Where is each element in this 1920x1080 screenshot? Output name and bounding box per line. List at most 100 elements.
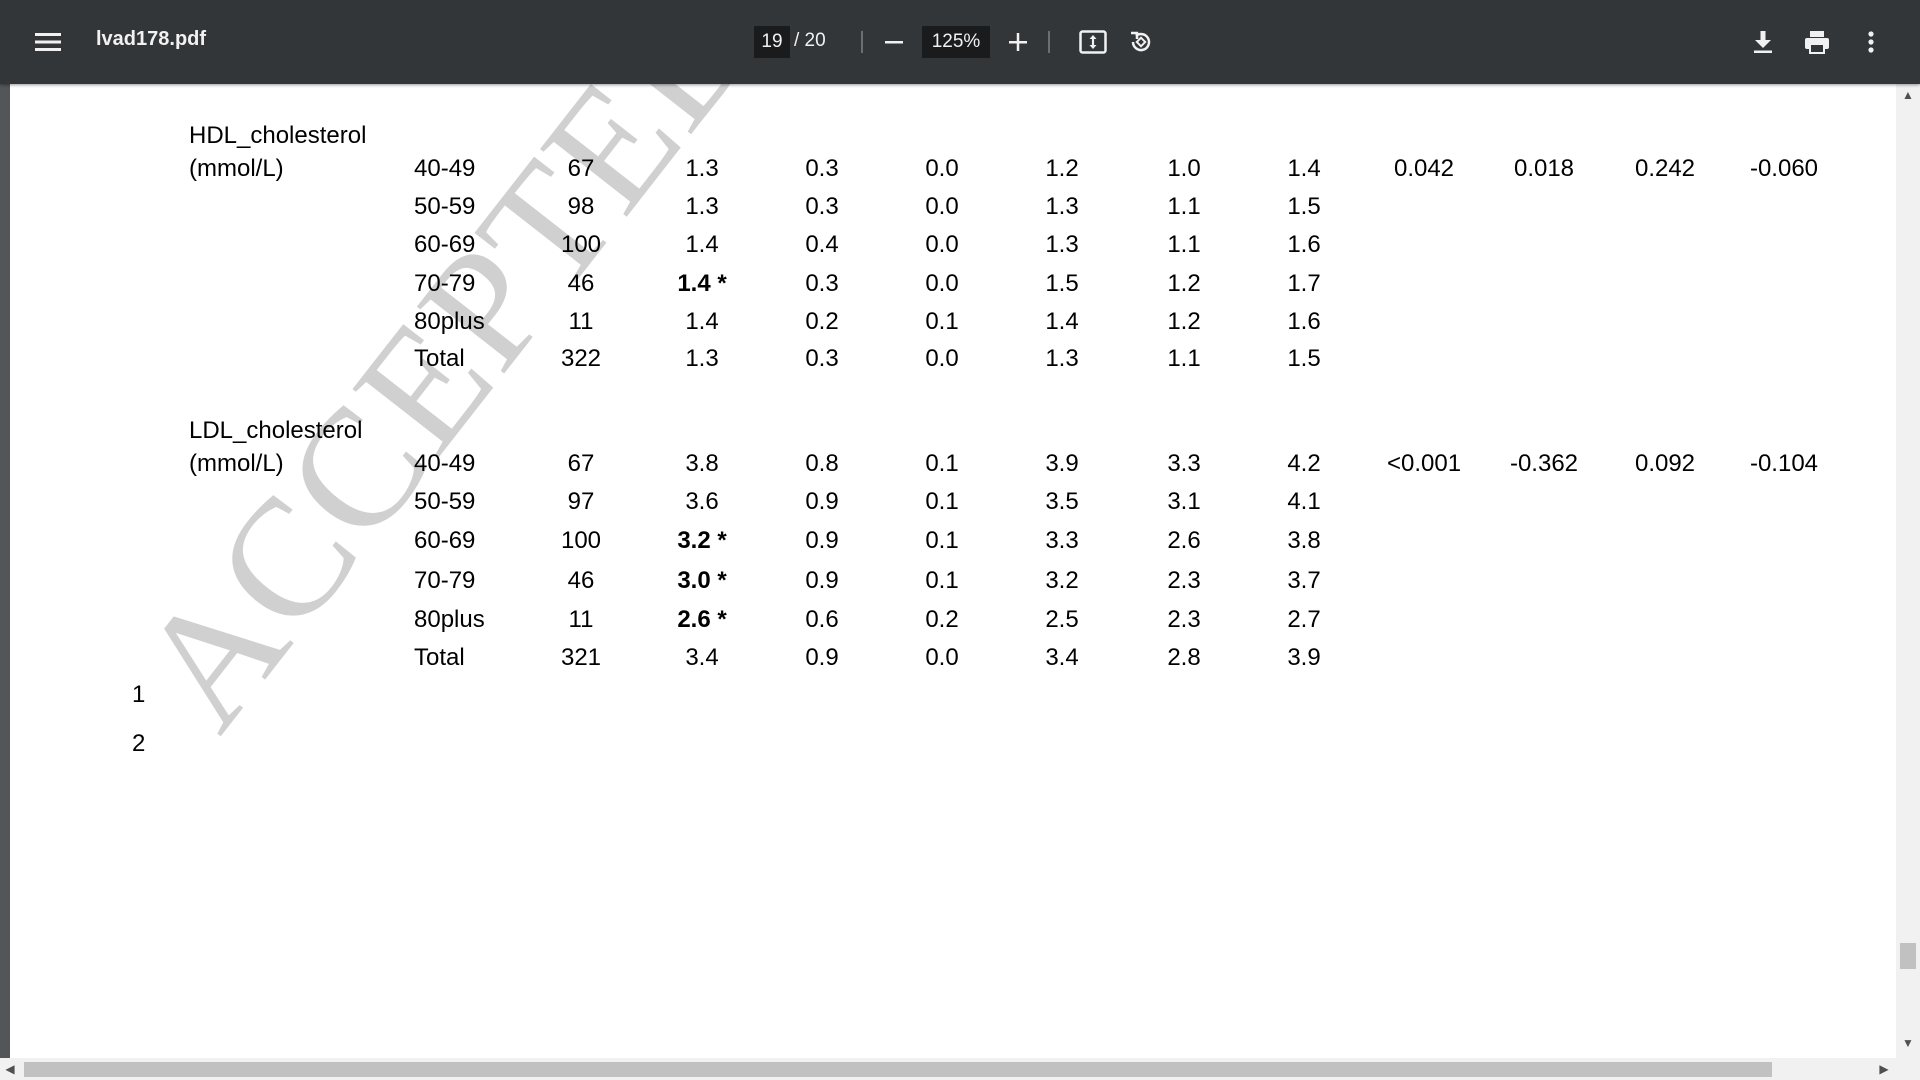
hdl-cell-sd: 0.4 — [805, 231, 839, 258]
hdl-cell-se: 0.1 — [925, 308, 959, 335]
vertical-scrollbar[interactable] — [1896, 84, 1920, 1058]
zoom-level-input[interactable]: 125% — [922, 26, 990, 58]
download-icon — [1754, 31, 1772, 53]
hdl-label: HDL_cholesterol — [189, 122, 367, 149]
download-button[interactable] — [1741, 22, 1785, 62]
ldl-cell-q1: 2.3 — [1167, 567, 1201, 594]
page-total: / 20 — [794, 30, 826, 51]
menu-button[interactable] — [24, 22, 72, 62]
hdl-cell-mean: 1.4 * — [677, 270, 727, 297]
ldl-cell-q3: 3.9 — [1287, 644, 1321, 671]
hdl-cell-age: 40-49 — [414, 155, 476, 182]
hdl-cell-q1: 1.0 — [1167, 155, 1201, 182]
hdl-cell-se: 0.0 — [925, 345, 959, 372]
ldl-cell-age: 40-49 — [414, 450, 476, 477]
hdl-cell-sd: 0.2 — [805, 308, 839, 335]
zoom-out-button[interactable] — [872, 22, 916, 62]
ldl-cell-q1: 2.8 — [1167, 644, 1201, 671]
hdl-cell-q3: 1.7 — [1287, 270, 1321, 297]
plus-icon — [1009, 33, 1027, 51]
ldl-unit: (mmol/L) — [189, 450, 284, 477]
page-number-input[interactable]: 19 — [754, 26, 790, 58]
ldl-cell-se: 0.1 — [925, 567, 959, 594]
hdl-cell-mean: 1.3 — [685, 345, 719, 372]
ldl-cell-n: 97 — [567, 488, 595, 515]
line-number: 2 — [132, 730, 146, 757]
vertical-scroll-thumb[interactable] — [1900, 943, 1916, 969]
ldl-cell-median: 3.5 — [1045, 488, 1079, 515]
hdl-cell-q3: 1.6 — [1287, 308, 1321, 335]
ldl-cell-mean: 3.0 * — [677, 567, 727, 594]
more-options-button[interactable] — [1849, 22, 1893, 62]
ldl-cell-age: 80plus — [414, 606, 485, 633]
ldl-cell-sd: 0.8 — [805, 450, 839, 477]
hdl-cell-q1: 1.2 — [1167, 308, 1201, 335]
hdl-cell-se: 0.0 — [925, 193, 959, 220]
scroll-up-icon[interactable]: ▲ — [1900, 86, 1916, 104]
ldl-cell-median: 3.9 — [1045, 450, 1079, 477]
hdl-cell-n: 100 — [560, 231, 602, 258]
scroll-down-icon[interactable]: ▼ — [1900, 1034, 1916, 1052]
print-icon — [1805, 31, 1829, 54]
fit-to-page-icon — [1079, 30, 1107, 54]
hdl-cell-q1: 1.1 — [1167, 231, 1201, 258]
hdl-cell-p: 0.042 — [1393, 155, 1455, 182]
hdl-cell-median: 1.5 — [1045, 270, 1079, 297]
ldl-cell-q3: 4.1 — [1287, 488, 1321, 515]
hdl-cell-c1: 0.018 — [1513, 155, 1575, 182]
hdl-cell-n: 322 — [560, 345, 602, 372]
horizontal-scroll-thumb[interactable] — [24, 1062, 1772, 1077]
ldl-label: LDL_cholesterol — [189, 417, 363, 444]
hdl-cell-mean: 1.3 — [685, 193, 719, 220]
hdl-cell-c3: -0.060 — [1749, 155, 1819, 182]
ldl-cell-p: <0.001 — [1386, 450, 1462, 477]
hdl-cell-median: 1.4 — [1045, 308, 1079, 335]
print-button[interactable] — [1795, 22, 1839, 62]
fit-to-page-button[interactable] — [1071, 22, 1115, 62]
hdl-cell-sd: 0.3 — [805, 155, 839, 182]
hdl-cell-n: 11 — [568, 308, 594, 335]
ldl-cell-q3: 2.7 — [1287, 606, 1321, 633]
ldl-cell-age: 50-59 — [414, 488, 476, 515]
ldl-cell-sd: 0.6 — [805, 606, 839, 633]
line-number: 1 — [132, 681, 146, 708]
hdl-cell-c2: 0.242 — [1634, 155, 1696, 182]
hdl-cell-age: 60-69 — [414, 231, 476, 258]
hdl-cell-mean: 1.3 — [685, 155, 719, 182]
rotate-button[interactable] — [1119, 22, 1163, 62]
hdl-cell-n: 67 — [567, 155, 595, 182]
hdl-cell-q1: 1.2 — [1167, 270, 1201, 297]
toolbar-divider — [1048, 31, 1050, 53]
ldl-cell-n: 11 — [568, 606, 594, 633]
ldl-cell-q3: 3.8 — [1287, 527, 1321, 554]
ldl-cell-sd: 0.9 — [805, 488, 839, 515]
zoom-in-button[interactable] — [996, 22, 1040, 62]
hdl-cell-q3: 1.4 — [1287, 155, 1321, 182]
ldl-cell-q3: 4.2 — [1287, 450, 1321, 477]
ldl-cell-se: 0.1 — [925, 488, 959, 515]
scroll-left-icon[interactable]: ◀ — [2, 1060, 18, 1078]
menu-icon — [35, 33, 61, 51]
ldl-cell-q1: 3.3 — [1167, 450, 1201, 477]
hdl-cell-age: 80plus — [414, 308, 485, 335]
ldl-cell-se: 0.1 — [925, 450, 959, 477]
ldl-cell-q3: 3.7 — [1287, 567, 1321, 594]
hdl-cell-q1: 1.1 — [1167, 193, 1201, 220]
ldl-cell-mean: 2.6 * — [677, 606, 727, 633]
ldl-cell-n: 46 — [567, 567, 595, 594]
hdl-cell-q3: 1.5 — [1287, 345, 1321, 372]
scroll-right-icon[interactable]: ▶ — [1876, 1060, 1892, 1078]
ldl-cell-median: 3.2 — [1045, 567, 1079, 594]
hdl-cell-median: 1.3 — [1045, 231, 1079, 258]
hdl-cell-se: 0.0 — [925, 155, 959, 182]
ldl-cell-sd: 0.9 — [805, 644, 839, 671]
hdl-cell-sd: 0.3 — [805, 270, 839, 297]
hdl-cell-q3: 1.5 — [1287, 193, 1321, 220]
ldl-cell-q1: 3.1 — [1167, 488, 1201, 515]
ldl-cell-n: 100 — [560, 527, 602, 554]
hdl-cell-age: 50-59 — [414, 193, 476, 220]
ldl-cell-c1: -0.362 — [1509, 450, 1579, 477]
hdl-cell-age: 70-79 — [414, 270, 476, 297]
hdl-cell-se: 0.0 — [925, 231, 959, 258]
hdl-cell-median: 1.3 — [1045, 193, 1079, 220]
